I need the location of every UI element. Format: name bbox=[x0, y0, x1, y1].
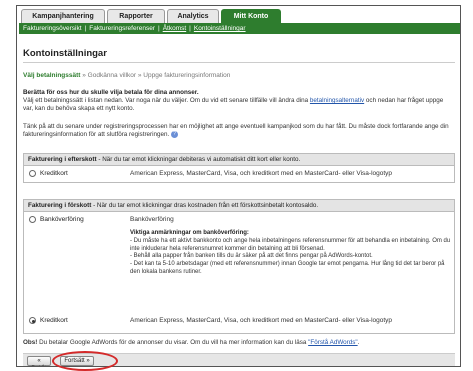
prepaid-card-radio[interactable] bbox=[29, 317, 36, 324]
postpaid-header: Fakturering i efterskott - När du tar em… bbox=[24, 154, 454, 166]
intro-text-start: Välj ett betalningssätt i listan nedan. … bbox=[23, 97, 309, 104]
step-remaining: » Godkänna villkor » Uppge faktureringsi… bbox=[82, 72, 231, 79]
tab-analytics[interactable]: Analytics bbox=[167, 9, 219, 23]
main-tabs: Kampanjhantering Rapporter Analytics Mit… bbox=[21, 9, 281, 23]
subnav-separator: | bbox=[84, 25, 87, 32]
subnav-access[interactable]: Åtkomst bbox=[163, 25, 186, 32]
postpaid-section: Fakturering i efterskott - När du tar em… bbox=[23, 153, 455, 183]
obs-text: Du betalar Google AdWords för de annonse… bbox=[37, 339, 307, 346]
bank-note: - Det kan ta 5-10 arbetsdagar (med ett r… bbox=[130, 261, 445, 275]
prepaid-card-option[interactable]: Kreditkort American Express, MasterCard,… bbox=[24, 313, 454, 329]
subnav-billing-preferences[interactable]: Faktureringsreferenser bbox=[89, 25, 155, 32]
prepaid-card-desc: American Express, MasterCard, Visa, och … bbox=[130, 317, 393, 324]
prepaid-header: Fakturering i förskott - När du tar emot… bbox=[24, 200, 454, 212]
obs-note: Obs! Du betalar Google AdWords för de an… bbox=[23, 339, 359, 346]
postpaid-card-radio[interactable] bbox=[29, 170, 36, 177]
bank-transfer-label: Banköverföring bbox=[40, 216, 84, 223]
bank-note: - Du måste ha ett aktivt bankkonto och a… bbox=[130, 237, 451, 252]
bank-transfer-option[interactable]: Banköverföring Banköverföring bbox=[24, 212, 454, 228]
sub-navigation: Faktureringsöversikt | Faktureringsreferen… bbox=[19, 23, 460, 34]
browser-frame: Kampanjhantering Rapporter Analytics Mit… bbox=[16, 5, 461, 367]
title-divider bbox=[23, 62, 455, 63]
prepaid-section: Fakturering i förskott - När du tar emot… bbox=[23, 199, 455, 334]
subnav-separator: | bbox=[189, 25, 191, 32]
subnav-separator: | bbox=[157, 25, 160, 32]
understand-adwords-link[interactable]: "Förstå AdWords" bbox=[308, 339, 358, 346]
intro-text: Välj ett betalningssätt i listan nedan. … bbox=[23, 97, 455, 113]
postpaid-desc: - När du tar emot klickningar debiteras … bbox=[96, 156, 301, 163]
obs-label: Obs! bbox=[23, 339, 38, 346]
postpaid-title: Fakturering i efterskott bbox=[28, 156, 97, 163]
postpaid-card-label: Kreditkort bbox=[40, 170, 68, 177]
prepaid-title: Fakturering i förskott bbox=[28, 202, 92, 209]
continue-highlight-circle bbox=[52, 351, 118, 371]
back-button[interactable]: « Bakåt bbox=[27, 356, 51, 366]
obs-end: . bbox=[357, 339, 360, 346]
bank-transfer-radio[interactable] bbox=[29, 216, 36, 223]
help-icon[interactable]: ? bbox=[171, 131, 179, 139]
tip-text: Tänk på att du senare under registrering… bbox=[23, 123, 449, 139]
postpaid-card-option[interactable]: Kreditkort American Express, MasterCard,… bbox=[24, 166, 454, 182]
prepaid-card-label: Kreditkort bbox=[40, 317, 68, 324]
page-title: Kontoinställningar bbox=[23, 48, 107, 59]
tab-my-account[interactable]: Mitt Konto bbox=[221, 9, 281, 23]
step-active: Välj betalningssätt bbox=[23, 72, 81, 79]
tab-reports[interactable]: Rapporter bbox=[107, 9, 165, 23]
tab-campaign-management[interactable]: Kampanjhantering bbox=[21, 9, 105, 23]
subnav-account-settings[interactable]: Kontoinställningar bbox=[194, 25, 246, 32]
step-indicator: Välj betalningssätt » Godkänna villkor »… bbox=[23, 72, 230, 79]
payment-options-link[interactable]: betalningsalternativ bbox=[310, 97, 364, 104]
prepaid-desc: - När du tar emot klickningar dras kostn… bbox=[91, 202, 319, 209]
subnav-billing-overview[interactable]: Faktureringsöversikt bbox=[23, 25, 82, 32]
bank-transfer-notes: Viktiga anmärkningar om banköverföring: … bbox=[130, 230, 452, 309]
promo-code-tip: Tänk på att du senare under registrering… bbox=[23, 123, 455, 140]
intro-heading: Berätta för oss hur du skulle vilja beta… bbox=[23, 89, 199, 96]
bank-notes-heading: Viktiga anmärkningar om banköverföring: bbox=[130, 230, 249, 236]
postpaid-card-desc: American Express, MasterCard, Visa, och … bbox=[130, 170, 393, 177]
bank-transfer-desc: Banköverföring bbox=[130, 216, 174, 223]
